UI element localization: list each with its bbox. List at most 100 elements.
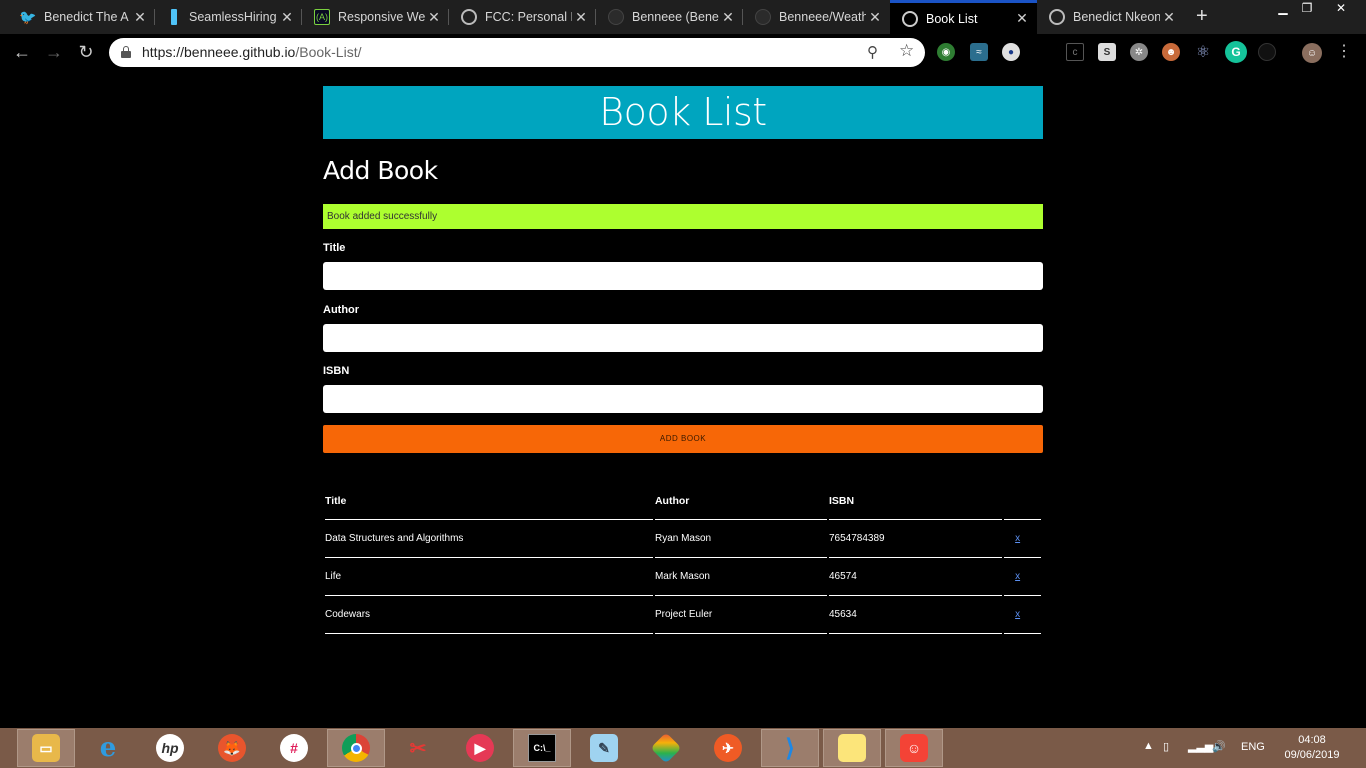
add-book-button[interactable]: ADD BOOK bbox=[323, 425, 1043, 453]
volume-icon[interactable]: 🔊 bbox=[1212, 740, 1226, 753]
restore-button[interactable]: ❐ bbox=[1292, 0, 1322, 18]
extension-gear-icon[interactable]: ✲ bbox=[1130, 43, 1148, 61]
tab-fcc-personal[interactable]: FCC: Personal P ✕ bbox=[449, 0, 596, 34]
book-table: Title Author ISBN Data Structures and Al… bbox=[323, 482, 1043, 634]
author-input[interactable] bbox=[323, 324, 1043, 352]
zoom-icon[interactable]: ⚲ bbox=[867, 43, 878, 61]
taskbar-sticky-notes[interactable] bbox=[823, 729, 881, 767]
column-header-isbn: ISBN bbox=[828, 482, 1003, 520]
back-arrow-icon[interactable]: ← bbox=[10, 41, 34, 65]
extension-wave-icon[interactable]: ≈ bbox=[970, 43, 988, 61]
chrome-icon bbox=[342, 734, 370, 762]
battery-icon[interactable]: ▯ bbox=[1163, 740, 1169, 753]
new-tab-button[interactable]: + bbox=[1196, 5, 1208, 28]
taskbar-chrome[interactable] bbox=[327, 729, 385, 767]
tab-book-list[interactable]: Book List ✕ bbox=[890, 0, 1037, 34]
youtube-music-icon: ▶ bbox=[466, 734, 494, 762]
delete-link[interactable]: x bbox=[1015, 533, 1020, 544]
taskbar-firefox[interactable]: 🦊 bbox=[203, 729, 261, 767]
cmd-icon: C:\_ bbox=[528, 734, 556, 762]
network-icon[interactable]: ▂▃▅ bbox=[1188, 740, 1213, 753]
close-tab-icon[interactable]: ✕ bbox=[278, 9, 296, 26]
url-host: https://benneee.github.io bbox=[142, 44, 296, 60]
isbn-input[interactable] bbox=[323, 385, 1043, 413]
profile-avatar[interactable]: ☺ bbox=[1302, 43, 1322, 63]
file-explorer-icon: ▭ bbox=[32, 734, 60, 762]
windows-taskbar: ▭ e hp 🦊 # ✂ ▶ C:\_ ✎ ✈ ⟩ ☺ ▲ ▯ ▂▃▅ 🔊 EN… bbox=[0, 728, 1366, 768]
taskbar-slack[interactable]: # bbox=[265, 729, 323, 767]
tab-twitter[interactable]: 🐦 Benedict The A ✕ bbox=[8, 0, 155, 34]
internet-explorer-icon: e bbox=[99, 733, 117, 763]
taskbar-file-explorer[interactable]: ▭ bbox=[17, 729, 75, 767]
tab-seamlesshiring[interactable]: SeamlessHiring ✕ bbox=[155, 0, 302, 34]
tab-title: Book List bbox=[926, 11, 978, 26]
hp-icon: hp bbox=[156, 734, 184, 762]
grammarly-icon[interactable]: G bbox=[1225, 41, 1247, 63]
title-input[interactable] bbox=[323, 262, 1043, 290]
delete-link[interactable]: x bbox=[1015, 609, 1020, 620]
table-header-row: Title Author ISBN bbox=[325, 482, 1041, 520]
bookmark-star-icon[interactable]: ☆ bbox=[899, 41, 914, 61]
book-title-cell: Life bbox=[325, 558, 653, 596]
extension-c-icon[interactable]: c bbox=[1066, 43, 1084, 61]
tab-benedict-nkeonye[interactable]: Benedict Nkeon ✕ bbox=[1037, 0, 1184, 34]
taskbar-bitmoji[interactable]: ☺ bbox=[885, 729, 943, 767]
table-row: Codewars Project Euler 45634 x bbox=[325, 596, 1041, 634]
react-devtools-icon[interactable]: ⚛ bbox=[1194, 43, 1212, 61]
extension-dark-icon[interactable] bbox=[1258, 43, 1276, 61]
postman-icon: ✈ bbox=[714, 734, 742, 762]
address-bar[interactable]: https://benneee.github.io/Book-List/ ⚲ ☆ bbox=[109, 38, 925, 67]
close-tab-icon[interactable]: ✕ bbox=[572, 9, 590, 26]
language-indicator[interactable]: ENG bbox=[1241, 741, 1265, 753]
show-hidden-icons[interactable]: ▲ bbox=[1143, 740, 1154, 752]
extension-earth-icon[interactable]: ◉ bbox=[937, 43, 955, 61]
column-header-author: Author bbox=[654, 482, 827, 520]
book-isbn-cell: 46574 bbox=[828, 558, 1003, 596]
close-tab-icon[interactable]: ✕ bbox=[425, 9, 443, 26]
gitkraken-icon bbox=[650, 732, 682, 764]
github-icon bbox=[608, 9, 624, 25]
close-tab-icon[interactable]: ✕ bbox=[719, 9, 737, 26]
tab-title: FCC: Personal P bbox=[485, 10, 572, 24]
taskbar-postman[interactable]: ✈ bbox=[699, 729, 757, 767]
tab-title: Benneee/Weath bbox=[779, 10, 866, 24]
close-tab-icon[interactable]: ✕ bbox=[866, 9, 884, 26]
delete-cell: x bbox=[1004, 596, 1041, 634]
delete-cell: x bbox=[1004, 520, 1041, 558]
extension-s-icon[interactable]: S bbox=[1098, 43, 1116, 61]
close-window-button[interactable]: ✕ bbox=[1326, 0, 1356, 18]
book-author-cell: Ryan Mason bbox=[654, 520, 827, 558]
taskbar-hp[interactable]: hp bbox=[141, 729, 199, 767]
close-tab-icon[interactable]: ✕ bbox=[1160, 9, 1178, 26]
taskbar-vscode[interactable]: ⟩ bbox=[761, 729, 819, 767]
taskbar-music[interactable]: ▶ bbox=[451, 729, 509, 767]
freecodecamp-icon: (A) bbox=[314, 9, 330, 25]
menu-icon[interactable]: ⋮ bbox=[1332, 41, 1356, 65]
taskbar-snipping-tool[interactable]: ✂ bbox=[389, 729, 447, 767]
taskbar-clock[interactable]: 04:08 09/06/2019 bbox=[1280, 733, 1344, 763]
extension-character-icon[interactable]: ☻ bbox=[1162, 43, 1180, 61]
clock-date: 09/06/2019 bbox=[1284, 749, 1340, 761]
taskbar-gitkraken[interactable] bbox=[637, 729, 695, 767]
table-row: Data Structures and Algorithms Ryan Maso… bbox=[325, 520, 1041, 558]
forward-arrow-icon[interactable]: → bbox=[42, 41, 66, 65]
reload-icon[interactable]: ↻ bbox=[74, 41, 98, 65]
tab-responsive-web[interactable]: (A) Responsive We ✕ bbox=[302, 0, 449, 34]
taskbar-cmd[interactable]: C:\_ bbox=[513, 729, 571, 767]
book-isbn-cell: 45634 bbox=[828, 596, 1003, 634]
tab-github-benneee[interactable]: Benneee (Bene ✕ bbox=[596, 0, 743, 34]
delete-link[interactable]: x bbox=[1015, 571, 1020, 582]
extension-o-icon[interactable]: ● bbox=[1002, 43, 1020, 61]
close-tab-icon[interactable]: ✕ bbox=[1013, 10, 1031, 27]
close-tab-icon[interactable]: ✕ bbox=[131, 9, 149, 26]
url-path: /Book-List/ bbox=[295, 44, 362, 60]
taskbar-internet-explorer[interactable]: e bbox=[79, 729, 137, 767]
tab-title: Responsive We bbox=[338, 10, 425, 24]
github-icon bbox=[755, 9, 771, 25]
tab-github-weather[interactable]: Benneee/Weath ✕ bbox=[743, 0, 890, 34]
firefox-icon: 🦊 bbox=[218, 734, 246, 762]
clock-time: 04:08 bbox=[1298, 734, 1326, 746]
notepad-icon: ✎ bbox=[590, 734, 618, 762]
url-text[interactable]: https://benneee.github.io/Book-List/ bbox=[142, 44, 361, 60]
taskbar-notepad[interactable]: ✎ bbox=[575, 729, 633, 767]
